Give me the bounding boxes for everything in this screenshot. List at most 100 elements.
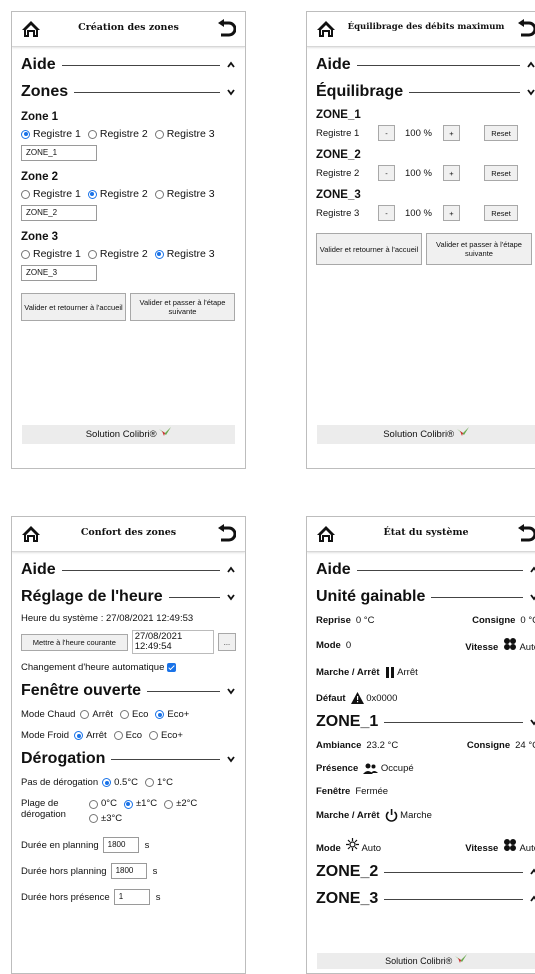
validate-next-button[interactable]: Valider et passer à l'étape suivante: [130, 293, 235, 321]
validate-home-button[interactable]: Valider et retourner à l'accueil: [21, 293, 126, 321]
section-zone-3[interactable]: ZONE_3: [316, 890, 535, 908]
page-title: État du système: [383, 527, 469, 538]
radio-arret[interactable]: Arrêt: [74, 730, 107, 741]
radio-registre-1[interactable]: Registre 1: [21, 188, 81, 200]
eq-value: 100 %: [405, 167, 432, 179]
datetime-input[interactable]: 27/08/2021 12:49:54: [131, 630, 214, 654]
zone-name-input[interactable]: ZONE_2: [21, 205, 97, 221]
chevron-down-icon[interactable]: [226, 88, 236, 96]
chevron-up-icon[interactable]: [526, 61, 535, 69]
eq-registre-label: Registre 3: [316, 207, 360, 219]
power-icon: [385, 809, 397, 822]
chevron-up-icon[interactable]: [529, 895, 535, 903]
home-icon[interactable]: [21, 20, 41, 38]
chevron-up-icon[interactable]: [226, 61, 236, 69]
panel-equilibrage: Équilibrage des débits maximum Aide Équi…: [306, 11, 535, 469]
section-zone-2[interactable]: ZONE_2: [316, 863, 535, 881]
reset-button[interactable]: Reset: [484, 125, 518, 141]
radio-eco-plus[interactable]: Eco+: [155, 709, 189, 720]
decrease-button[interactable]: -: [378, 205, 395, 221]
section-aide[interactable]: Aide: [21, 56, 236, 74]
radio-pm1[interactable]: ±1°C: [123, 798, 157, 810]
section-reglage-heure[interactable]: Réglage de l'heure: [21, 588, 236, 606]
eq-value: 100 %: [405, 127, 432, 139]
zone-1-title: Zone 1: [21, 111, 59, 123]
set-current-time-button[interactable]: Mettre à l'heure courante: [21, 633, 128, 651]
radio-eco-plus[interactable]: Eco+: [149, 730, 183, 741]
auto-time-checkbox[interactable]: [167, 663, 177, 672]
increase-button[interactable]: +: [443, 165, 460, 181]
reset-button[interactable]: Reset: [484, 165, 518, 181]
radio-1[interactable]: 1°C: [145, 777, 173, 788]
top-bar: Équilibrage des débits maximum: [307, 12, 535, 47]
validate-next-button[interactable]: Valider et passer à l'étape suivante: [426, 233, 532, 265]
section-unite-gainable[interactable]: Unité gainable: [316, 588, 535, 606]
radio-registre-3[interactable]: Registre 3: [154, 248, 215, 260]
people-icon: [363, 763, 379, 774]
radio-registre-2[interactable]: Registre 2: [87, 188, 148, 200]
section-aide[interactable]: Aide: [316, 56, 535, 74]
validate-home-button[interactable]: Valider et retourner à l'accueil: [316, 233, 422, 265]
increase-button[interactable]: +: [443, 205, 460, 221]
eq-registre-label: Registre 1: [316, 127, 360, 139]
home-icon[interactable]: [21, 525, 41, 543]
panel-creation-zones: Création des zones Aide Zones Zone 1 Reg…: [11, 11, 246, 469]
zone-name-input[interactable]: ZONE_1: [21, 145, 97, 161]
warning-icon: [350, 692, 364, 704]
back-icon[interactable]: [216, 19, 236, 39]
decrease-button[interactable]: -: [378, 125, 395, 141]
zone-2-title: Zone 2: [21, 171, 59, 183]
section-derogation[interactable]: Dérogation: [21, 750, 236, 768]
chevron-down-icon[interactable]: [226, 593, 236, 601]
increase-button[interactable]: +: [443, 125, 460, 141]
duration-planning-input[interactable]: 1800: [102, 837, 139, 853]
fan-icon: [504, 638, 517, 650]
chevron-up-icon[interactable]: [226, 566, 236, 574]
radio-0-5[interactable]: 0.5°C: [102, 777, 138, 788]
eq-zone-title: ZONE_3: [316, 189, 361, 201]
decrease-button[interactable]: -: [378, 165, 395, 181]
top-bar: État du système: [307, 517, 535, 552]
eq-zone-title: ZONE_1: [316, 109, 361, 121]
section-aide[interactable]: Aide: [316, 561, 535, 579]
radio-registre-1[interactable]: Registre 1: [21, 248, 81, 260]
section-fenetre[interactable]: Fenêtre ouverte: [21, 682, 236, 700]
chevron-down-icon[interactable]: [529, 718, 535, 726]
chevron-up-icon[interactable]: [529, 566, 535, 574]
more-button[interactable]: ...: [217, 633, 236, 651]
section-aide[interactable]: Aide: [21, 561, 236, 579]
radio-registre-2[interactable]: Registre 2: [87, 128, 148, 140]
chevron-down-icon[interactable]: [226, 687, 236, 695]
section-equilibrage[interactable]: Équilibrage: [316, 83, 535, 101]
radio-pm3[interactable]: ±3°C: [89, 813, 122, 825]
back-icon[interactable]: [516, 524, 535, 544]
radio-registre-2[interactable]: Registre 2: [87, 248, 148, 260]
back-icon[interactable]: [216, 524, 236, 544]
footer: Solution Colibri®: [22, 425, 235, 444]
home-icon[interactable]: [316, 525, 336, 543]
home-icon[interactable]: [316, 20, 336, 38]
chevron-down-icon[interactable]: [529, 593, 535, 601]
radio-arret[interactable]: Arrêt: [80, 709, 113, 720]
zone-name-input[interactable]: ZONE_3: [21, 265, 97, 281]
reset-button[interactable]: Reset: [484, 205, 518, 221]
eq-registre-label: Registre 2: [316, 167, 360, 179]
duration-absence-input[interactable]: 1: [113, 889, 150, 905]
zone-3-title: Zone 3: [21, 231, 59, 243]
chevron-down-icon[interactable]: [526, 88, 535, 96]
radio-registre-1[interactable]: Registre 1: [21, 128, 81, 140]
section-zone-1[interactable]: ZONE_1: [316, 713, 535, 731]
radio-eco[interactable]: Eco: [120, 709, 148, 720]
chevron-down-icon[interactable]: [226, 755, 236, 763]
footer: Solution Colibri®: [317, 425, 535, 444]
colibri-logo-icon: [159, 427, 172, 436]
radio-0[interactable]: 0°C: [89, 798, 117, 810]
back-icon[interactable]: [516, 19, 535, 39]
radio-pm2[interactable]: ±2°C: [164, 798, 197, 810]
duration-off-planning-input[interactable]: 1800: [110, 863, 147, 879]
chevron-up-icon[interactable]: [529, 868, 535, 876]
section-zones[interactable]: Zones: [21, 83, 236, 101]
radio-eco[interactable]: Eco: [113, 730, 142, 741]
radio-registre-3[interactable]: Registre 3: [154, 188, 215, 200]
radio-registre-3[interactable]: Registre 3: [154, 128, 215, 140]
